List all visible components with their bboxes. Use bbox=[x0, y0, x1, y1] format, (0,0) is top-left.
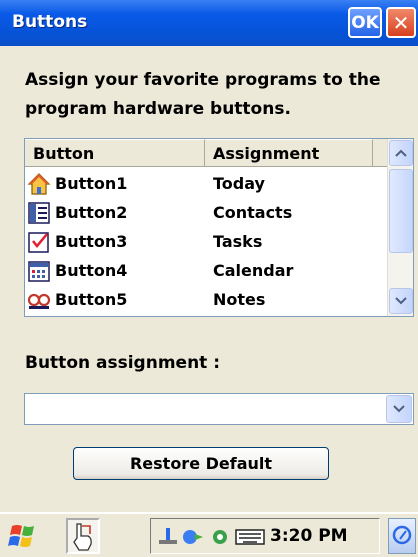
clock[interactable]: 3:20 PM bbox=[270, 526, 348, 546]
hand-pointer-icon bbox=[73, 523, 92, 551]
instruction-text: Assign your favorite programs to the pro… bbox=[25, 70, 381, 119]
start-button[interactable] bbox=[2, 518, 48, 554]
list-item-assignment: Contacts bbox=[213, 203, 293, 222]
assignment-label: Button assignment : bbox=[25, 353, 221, 373]
restore-default-button[interactable]: Restore Default bbox=[73, 447, 329, 480]
scroll-thumb[interactable] bbox=[389, 169, 413, 253]
contact-card-icon bbox=[28, 202, 50, 224]
settings-gear-icon[interactable] bbox=[208, 526, 232, 548]
list-item-assignment: Calendar bbox=[213, 261, 294, 280]
list-item-button: Button3 bbox=[55, 232, 128, 251]
close-button[interactable]: ✕ bbox=[386, 7, 416, 38]
list-item-button: Button5 bbox=[55, 290, 128, 309]
list-item-assignment: Today bbox=[213, 174, 265, 193]
list-item-button: Button1 bbox=[55, 174, 128, 193]
list-item[interactable]: Button5 Notes bbox=[25, 285, 389, 314]
house-icon bbox=[27, 173, 51, 195]
list-item[interactable]: Button2 Contacts bbox=[25, 198, 389, 227]
list-item-button: Button2 bbox=[55, 203, 128, 222]
column-header-button[interactable]: Button bbox=[25, 139, 205, 167]
scroll-up-button[interactable] bbox=[389, 140, 413, 166]
list-scrollbar[interactable] bbox=[387, 139, 413, 316]
taskbar: 3:20 PM bbox=[0, 512, 418, 557]
checkbox-icon bbox=[28, 232, 49, 253]
system-tray: 3:20 PM bbox=[150, 518, 380, 554]
ok-button[interactable]: OK bbox=[348, 7, 382, 38]
button-list[interactable]: Button Assignment Button1 Today Button2 … bbox=[24, 138, 414, 317]
list-header: Button Assignment bbox=[25, 139, 389, 167]
title-bar: Buttons OK ✕ bbox=[0, 0, 418, 46]
scroll-down-button[interactable] bbox=[389, 288, 413, 314]
chevron-down-icon bbox=[395, 297, 407, 305]
list-item-assignment: Tasks bbox=[213, 232, 263, 251]
list-item-assignment: Notes bbox=[213, 290, 266, 309]
keyboard-icon[interactable] bbox=[235, 526, 265, 548]
dropdown-arrow-button[interactable] bbox=[386, 395, 412, 423]
input-panel-button[interactable] bbox=[388, 518, 416, 554]
window-title: Buttons bbox=[12, 12, 88, 32]
windows-logo-icon bbox=[8, 525, 34, 547]
notes-icon bbox=[27, 293, 51, 309]
chevron-up-icon bbox=[395, 149, 407, 157]
sync-icon[interactable] bbox=[181, 526, 205, 548]
list-item[interactable]: Button3 Tasks bbox=[25, 227, 389, 256]
list-item[interactable]: Button4 Calendar bbox=[25, 256, 389, 285]
connection-icon[interactable] bbox=[157, 526, 179, 548]
input-panel-icon bbox=[392, 525, 412, 545]
list-item[interactable]: Button1 Today bbox=[25, 169, 389, 198]
calendar-icon bbox=[28, 261, 50, 282]
running-app-button[interactable] bbox=[66, 518, 100, 554]
assignment-dropdown[interactable] bbox=[24, 393, 414, 425]
column-header-assignment[interactable]: Assignment bbox=[205, 139, 373, 167]
list-item-button: Button4 bbox=[55, 261, 128, 280]
chevron-down-icon bbox=[393, 405, 405, 413]
